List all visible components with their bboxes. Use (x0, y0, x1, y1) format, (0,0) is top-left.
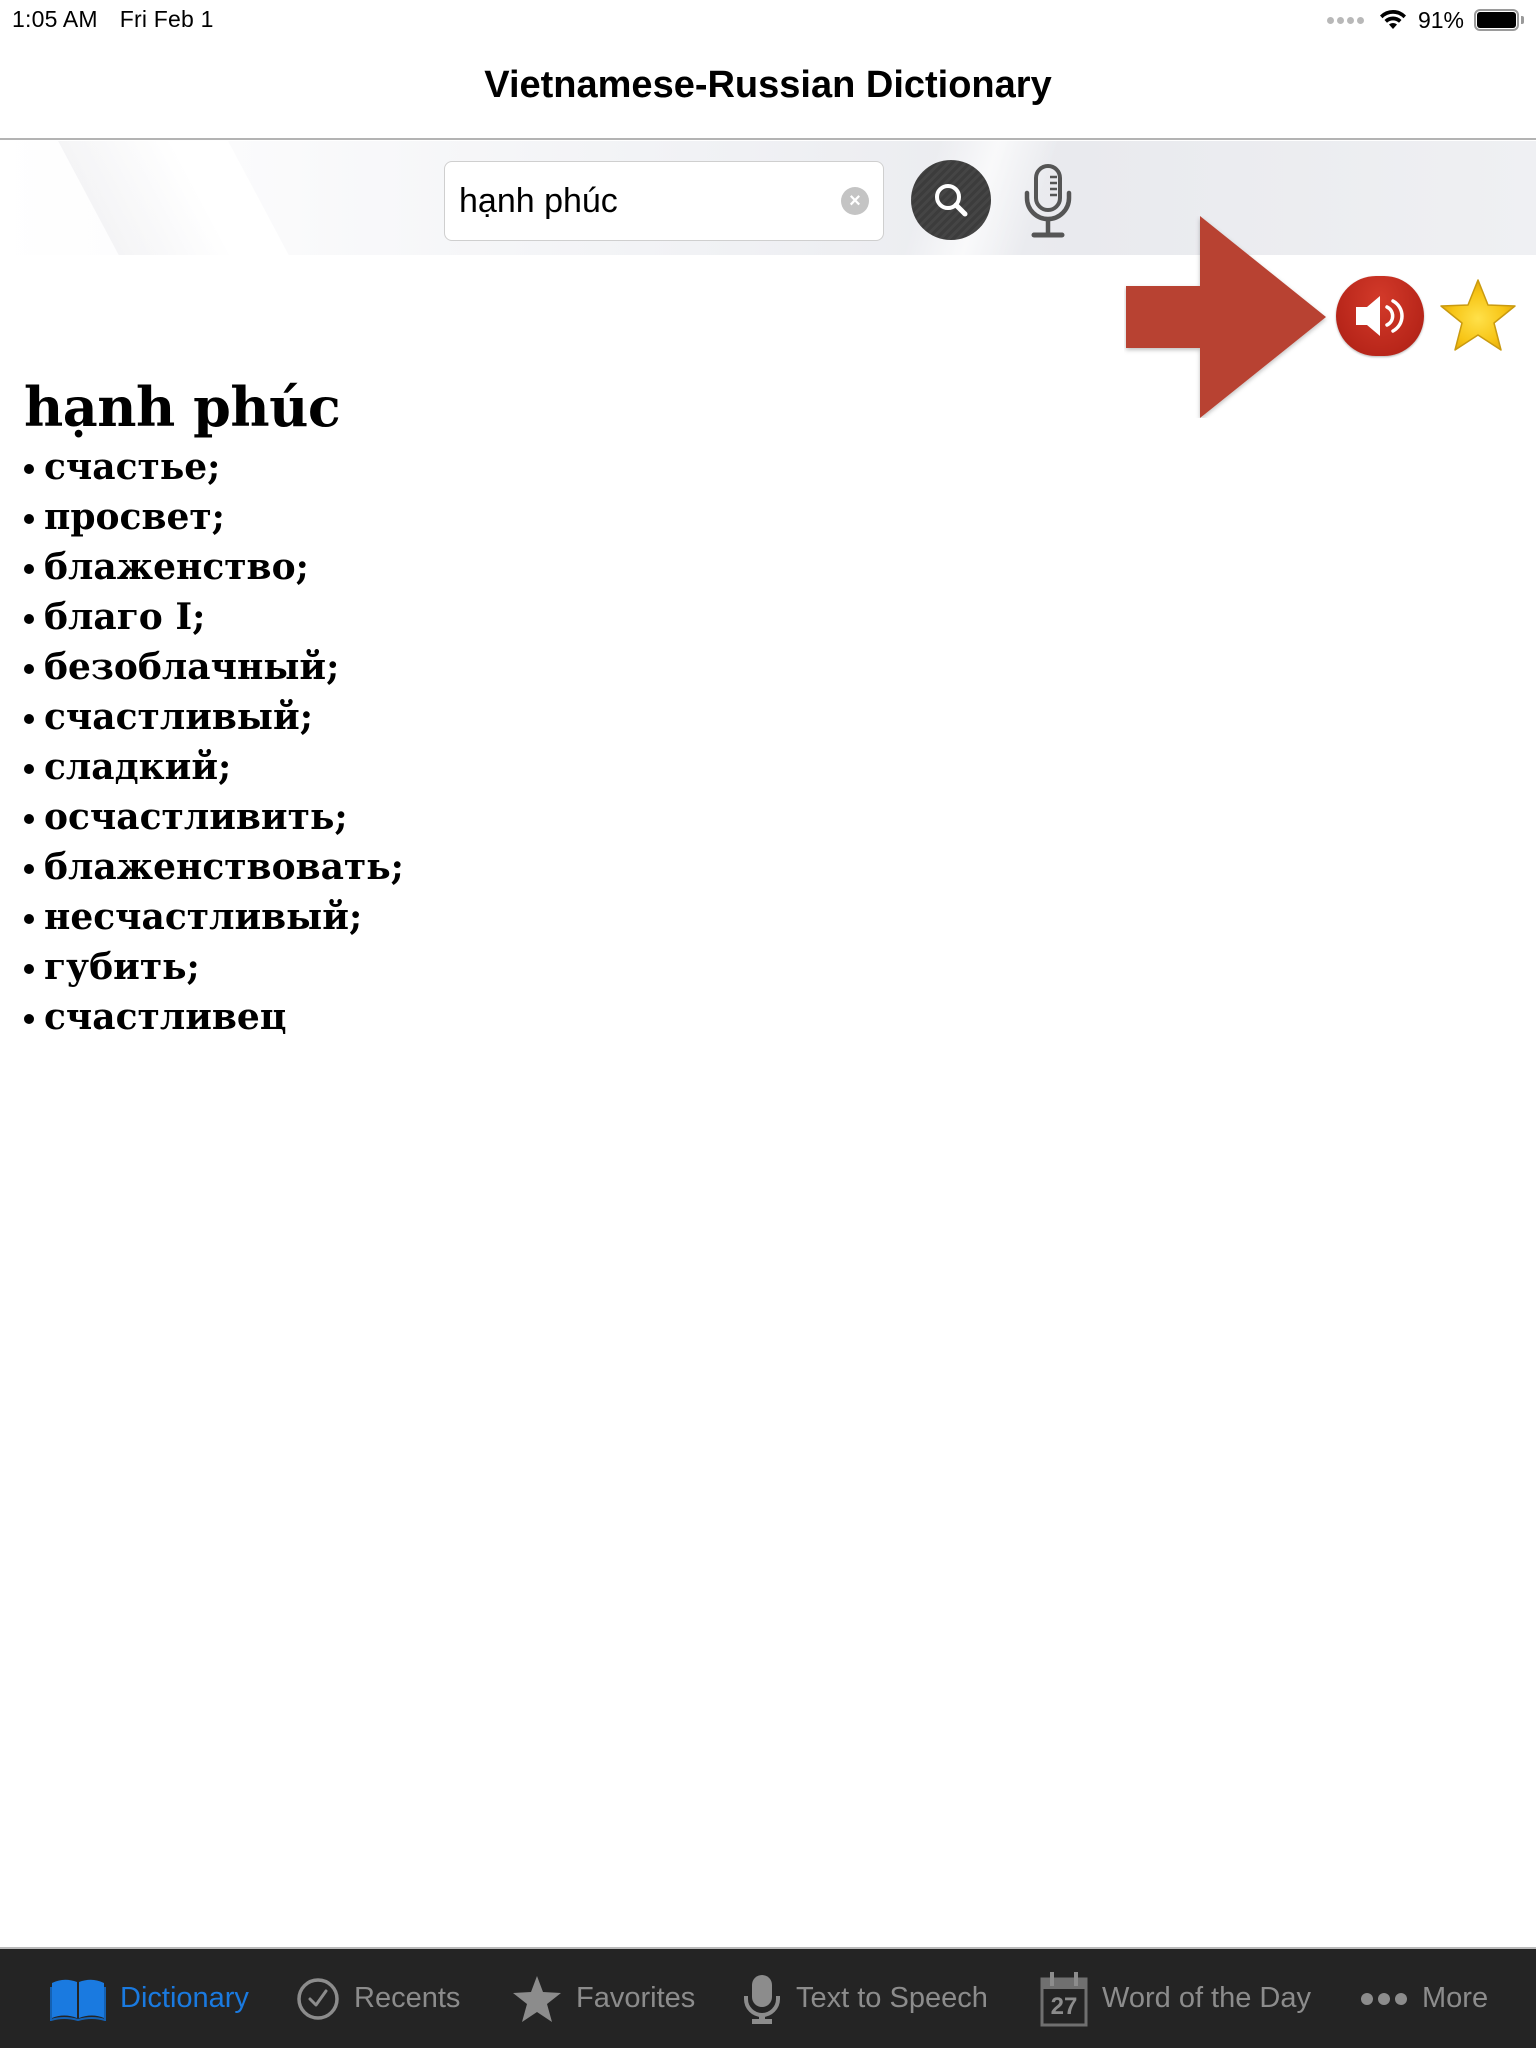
tab-dictionary[interactable]: Dictionary (50, 1949, 249, 2048)
translation-item: счастье; (24, 442, 404, 492)
translation-text: блаженство; (44, 546, 309, 588)
navigation-bar: Vietnamese-Russian Dictionary (0, 40, 1536, 140)
translation-list: счастье; просвет; блаженство; благо I; б… (24, 442, 404, 1042)
clock-check-icon (297, 1977, 339, 2020)
translation-item: просвет; (24, 492, 404, 542)
speaker-icon (1356, 296, 1404, 336)
translation-text: счастье; (44, 446, 221, 488)
bullet (24, 764, 34, 774)
status-time-date: 1:05 AM Fri Feb 1 (12, 6, 214, 33)
battery-icon (1474, 8, 1524, 32)
status-bar: 1:05 AM Fri Feb 1 91% (0, 0, 1536, 40)
signal-dots-icon (1326, 16, 1364, 24)
more-dots-icon (1361, 1992, 1407, 2005)
book-icon (50, 1979, 106, 2021)
tab-bar: Dictionary Recents Favorites Text to Spe… (0, 1947, 1536, 2048)
bullet (24, 914, 34, 924)
tab-recents[interactable]: Recents (296, 1949, 460, 2048)
translation-text: сладкий; (44, 746, 232, 788)
translation-item: губить; (24, 942, 404, 992)
translation-text: безоблачный; (44, 646, 340, 688)
translation-text: блаженствовать; (44, 846, 404, 888)
bullet (24, 714, 34, 724)
star-icon (1440, 279, 1516, 351)
microphone-icon (744, 1974, 780, 2024)
tab-label: More (1422, 1982, 1489, 2014)
translation-item: безоблачный; (24, 642, 404, 692)
entry-headword: hạnh phúc (24, 375, 341, 439)
favorite-star-button[interactable] (1438, 276, 1518, 356)
translation-item: осчастливить; (24, 792, 404, 842)
translation-text: счастливый; (44, 696, 313, 738)
tab-label: Word of the Day (1102, 1982, 1312, 2014)
translation-text: осчастливить; (44, 796, 348, 838)
status-date: Fri Feb 1 (119, 6, 214, 32)
translation-text: просвет; (44, 496, 225, 538)
translation-text: несчастливый; (44, 896, 363, 938)
bullet (24, 964, 34, 974)
bullet (24, 464, 34, 474)
search-field[interactable]: × (444, 161, 884, 241)
bullet (24, 564, 34, 574)
bullet (24, 864, 34, 874)
translation-item: несчастливый; (24, 892, 404, 942)
pronounce-button[interactable] (1336, 276, 1424, 356)
search-input[interactable] (459, 162, 829, 240)
bullet (24, 614, 34, 624)
translation-item: счастливец (24, 992, 404, 1042)
star-icon (513, 1975, 561, 2022)
tab-word-of-the-day[interactable]: 27 Word of the Day (1040, 1949, 1311, 2048)
red-arrow-annotation (1126, 216, 1326, 418)
tab-label: Dictionary (120, 1982, 249, 2014)
tab-more[interactable]: More (1360, 1949, 1488, 2048)
calendar-day: 27 (1050, 1992, 1078, 2020)
translation-item: счастливый; (24, 692, 404, 742)
tab-label: Recents (354, 1982, 461, 2014)
tab-label: Text to Speech (796, 1982, 988, 2014)
tab-text-to-speech[interactable]: Text to Speech (742, 1949, 988, 2048)
bullet (24, 1014, 34, 1024)
translation-text: губить; (44, 946, 200, 988)
search-button[interactable] (911, 160, 991, 240)
status-indicators: 91% (1326, 6, 1524, 34)
translation-item: блаженство; (24, 542, 404, 592)
status-time: 1:05 AM (12, 6, 98, 32)
microphone-button[interactable] (1018, 163, 1078, 243)
page-title: Vietnamese-Russian Dictionary (484, 64, 1052, 106)
calendar-icon: 27 (1040, 1971, 1088, 2027)
clear-search-icon[interactable]: × (841, 187, 869, 215)
wifi-icon (1379, 9, 1406, 29)
bullet (24, 514, 34, 524)
microphone-icon (1024, 164, 1072, 238)
dictionary-entry: hạnh phúc счастье; просвет; блаженство; … (24, 372, 404, 1042)
translation-item: сладкий; (24, 742, 404, 792)
translation-text: счастливец (44, 996, 287, 1038)
bullet (24, 814, 34, 824)
tab-favorites[interactable]: Favorites (512, 1949, 695, 2048)
search-icon (935, 184, 968, 217)
tab-label: Favorites (576, 1982, 696, 2014)
translation-item: благо I; (24, 592, 404, 642)
bullet (24, 664, 34, 674)
battery-percent: 91% (1417, 6, 1464, 33)
translation-text: благо I; (44, 596, 206, 638)
translation-item: блаженствовать; (24, 842, 404, 892)
